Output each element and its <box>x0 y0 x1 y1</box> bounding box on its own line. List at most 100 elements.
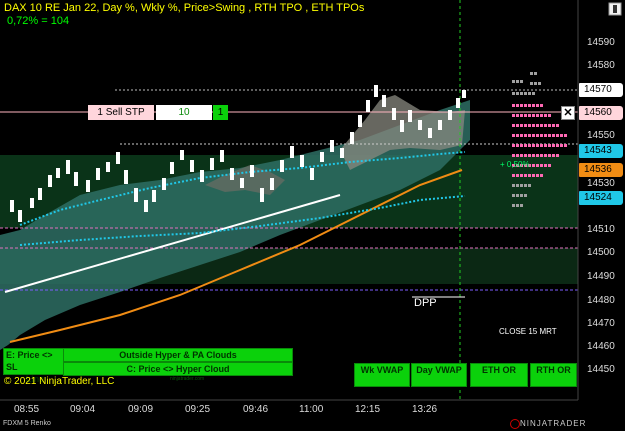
tpo-block <box>532 144 535 147</box>
tpo-block <box>544 134 547 137</box>
tpo-block <box>536 144 539 147</box>
tpo-block <box>516 204 519 207</box>
order-side-label[interactable]: 1 Sell STP <box>88 105 154 120</box>
day-vwap-button[interactable]: Day VWAP <box>411 363 467 387</box>
order-qty[interactable]: 10 <box>156 105 212 120</box>
price-hyper-cloud-button[interactable]: C: Price <> Hyper Cloud <box>63 362 293 376</box>
brand-logo: NINJATRADER <box>520 419 587 428</box>
tpo-block <box>532 104 535 107</box>
tpo-block <box>552 124 555 127</box>
tpo-block <box>524 92 527 95</box>
x-tick: 09:04 <box>70 404 96 415</box>
tpo-block <box>532 124 535 127</box>
y-tick: 14580 <box>587 60 615 71</box>
tpo-block <box>520 184 523 187</box>
tpo-block <box>548 124 551 127</box>
copyright: © 2021 NinjaTrader, LLC <box>4 376 115 387</box>
x-tick: 09:09 <box>128 404 154 415</box>
price-bar <box>462 90 466 98</box>
price-bar <box>290 146 294 158</box>
price-bar <box>170 162 174 174</box>
tpo-block <box>532 154 535 157</box>
tpo-block <box>520 194 523 197</box>
tpo-block <box>544 164 547 167</box>
tpo-block <box>532 174 535 177</box>
tpo-block <box>540 164 543 167</box>
y-tick: 14450 <box>587 364 615 375</box>
tpo-block <box>524 174 527 177</box>
price-bar <box>320 152 324 162</box>
tpo-block <box>520 104 523 107</box>
y-tick: 14490 <box>587 271 615 282</box>
rth-or-button[interactable]: RTH OR <box>530 363 577 387</box>
y-tick: 14510 <box>587 224 615 235</box>
tpo-block <box>532 134 535 137</box>
tpo-block <box>548 154 551 157</box>
eth-or-button[interactable]: ETH OR <box>470 363 528 387</box>
price-bar <box>374 85 378 97</box>
tpo-block <box>540 104 543 107</box>
tpo-block <box>516 124 519 127</box>
tpo-block <box>544 114 547 117</box>
tpo-block <box>524 144 527 147</box>
tpo-block <box>516 134 519 137</box>
price-sl-line-button[interactable]: E: Price <> SL Line <box>3 348 65 384</box>
price-bar <box>124 170 128 184</box>
price-bar <box>116 152 120 164</box>
x-tick: 08:55 <box>14 404 40 415</box>
tpo-block <box>540 124 543 127</box>
tpo-block <box>512 144 515 147</box>
x-tick: 09:46 <box>243 404 269 415</box>
x-tick: 13:26 <box>412 404 438 415</box>
tpo-block <box>548 164 551 167</box>
tpo-block <box>536 174 539 177</box>
close-mrt-label: CLOSE 15 MRT <box>499 327 557 336</box>
tpo-block <box>516 80 519 83</box>
tpo-block <box>552 134 555 137</box>
tpo-block <box>540 114 543 117</box>
price-bar <box>392 108 396 120</box>
price-bar <box>210 158 214 170</box>
y-tick: 14460 <box>587 341 615 352</box>
wk-vwap-button[interactable]: Wk VWAP <box>354 363 410 387</box>
price-bar <box>366 100 370 112</box>
price-bar <box>10 200 14 212</box>
y-tick: 14590 <box>587 37 615 48</box>
close-icon[interactable]: ✕ <box>561 106 575 120</box>
price-badge-sell-stop[interactable]: 14560 <box>579 106 623 120</box>
price-badge: 14570 <box>579 83 623 97</box>
tpo-block <box>516 184 519 187</box>
tpo-block <box>528 104 531 107</box>
price-bar <box>190 160 194 172</box>
price-bar <box>456 98 460 108</box>
tpo-block <box>516 154 519 157</box>
tpo-block <box>528 174 531 177</box>
price-bar <box>330 140 334 152</box>
price-bar <box>408 110 412 122</box>
y-tick: 14550 <box>587 130 615 141</box>
order-count[interactable]: 1 <box>213 105 228 120</box>
tpo-block <box>520 174 523 177</box>
tpo-block <box>524 114 527 117</box>
tpo-block <box>556 154 559 157</box>
price-bar <box>230 168 234 180</box>
price-bar <box>250 165 254 177</box>
price-bar <box>96 168 100 180</box>
outside-hyper-button[interactable]: Outside Hyper & PA Clouds <box>63 348 293 362</box>
tpo-block <box>528 134 531 137</box>
price-bar <box>220 150 224 162</box>
tpo-block <box>516 174 519 177</box>
price-bar <box>438 120 442 130</box>
tpo-block <box>524 104 527 107</box>
tpo-block <box>560 144 563 147</box>
tpo-block <box>512 174 515 177</box>
tpo-block <box>544 144 547 147</box>
price-bar <box>270 178 274 190</box>
scroll-icon <box>613 5 617 13</box>
tpo-block <box>520 80 523 83</box>
tpo-block <box>540 134 543 137</box>
instrument-label: FDXM 5 Renko <box>3 420 51 427</box>
y-tick: 14480 <box>587 295 615 306</box>
chart-title: DAX 10 RE Jan 22, Day %, Wkly %, Price>S… <box>4 2 365 14</box>
tpo-block <box>520 124 523 127</box>
